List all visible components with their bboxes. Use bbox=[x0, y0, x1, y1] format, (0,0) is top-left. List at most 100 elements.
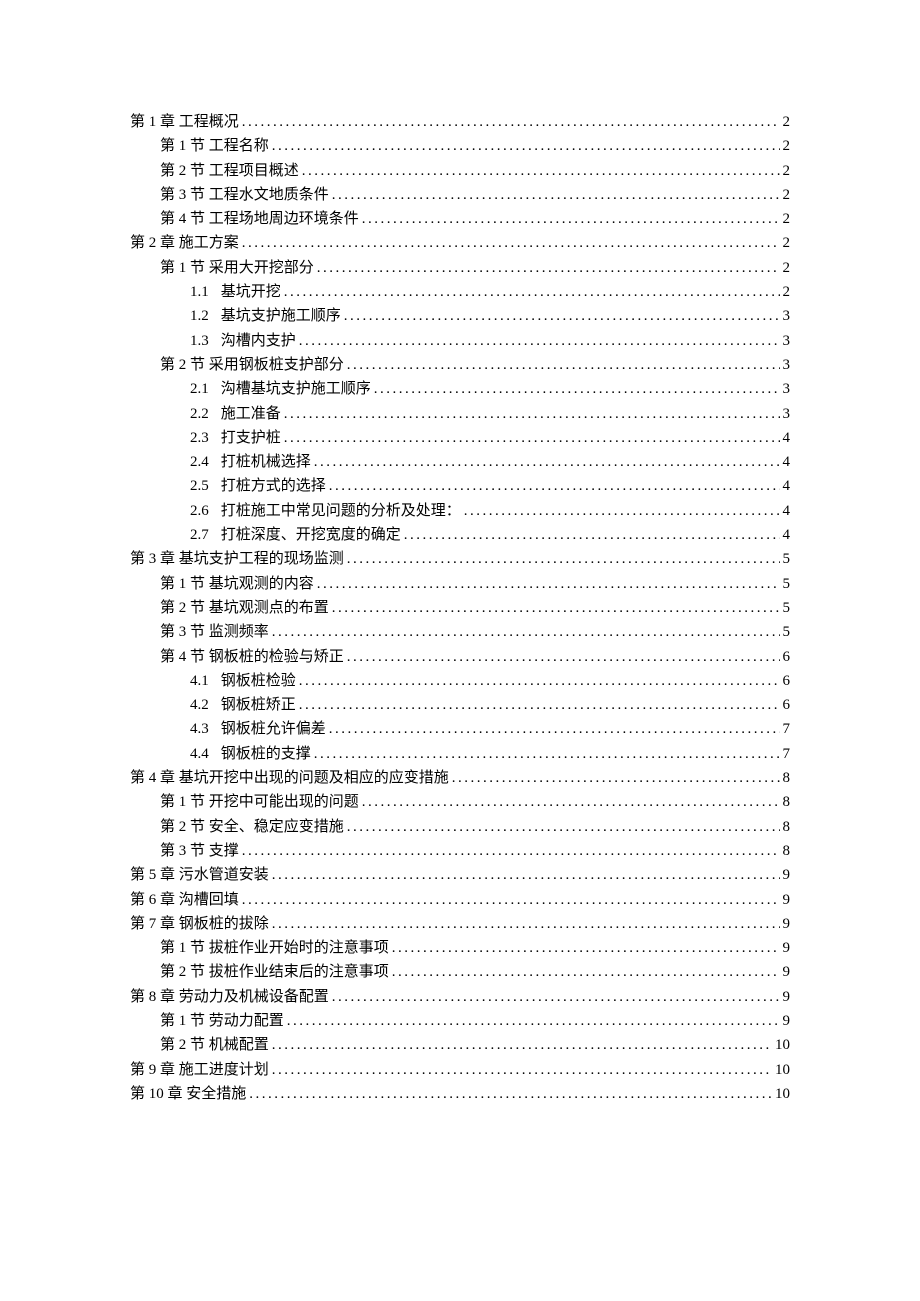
toc-entry[interactable]: 第 5 章 污水管道安装9 bbox=[130, 863, 790, 887]
toc-leader-dots bbox=[332, 985, 780, 1009]
toc-leader-dots bbox=[299, 669, 780, 693]
toc-entry[interactable]: 第 4 节 钢板桩的检验与矫正6 bbox=[130, 645, 790, 669]
toc-entry-label: 钢板桩矫正 bbox=[221, 693, 296, 717]
toc-entry[interactable]: 2.7打桩深度、开挖宽度的确定4 bbox=[130, 523, 790, 547]
toc-entry[interactable]: 第 3 章 基坑支护工程的现场监测5 bbox=[130, 547, 790, 571]
toc-entry[interactable]: 2.6打桩施工中常见问题的分析及处理：4 bbox=[130, 499, 790, 523]
toc-entry-page: 4 bbox=[783, 450, 791, 474]
toc-entry[interactable]: 第 8 章 劳动力及机械设备配置9 bbox=[130, 985, 790, 1009]
toc-entry-label: 第 2 节 采用钢板桩支护部分 bbox=[160, 353, 344, 377]
toc-entry-label: 第 1 节 劳动力配置 bbox=[160, 1009, 284, 1033]
toc-entry-page: 5 bbox=[783, 620, 791, 644]
toc-entry[interactable]: 第 1 节 劳动力配置9 bbox=[130, 1009, 790, 1033]
toc-entry-page: 4 bbox=[783, 523, 791, 547]
toc-entry-label: 第 2 节 机械配置 bbox=[160, 1033, 269, 1057]
toc-entry[interactable]: 1.3沟槽内支护3 bbox=[130, 329, 790, 353]
toc-entry[interactable]: 第 1 节 拔桩作业开始时的注意事项9 bbox=[130, 936, 790, 960]
toc-entry-page: 8 bbox=[783, 790, 791, 814]
toc-entry[interactable]: 4.2钢板桩矫正6 bbox=[130, 693, 790, 717]
toc-entry-page: 3 bbox=[783, 304, 791, 328]
toc-entry[interactable]: 2.3打支护桩4 bbox=[130, 426, 790, 450]
toc-entry[interactable]: 第 2 节 基坑观测点的布置5 bbox=[130, 596, 790, 620]
toc-entry[interactable]: 第 9 章 施工进度计划10 bbox=[130, 1058, 790, 1082]
toc-entry[interactable]: 4.3钢板桩允许偏差7 bbox=[130, 717, 790, 741]
toc-entry[interactable]: 2.1沟槽基坑支护施工顺序3 bbox=[130, 377, 790, 401]
toc-entry-label: 第 2 节 拔桩作业结束后的注意事项 bbox=[160, 960, 389, 984]
toc-entry-page: 10 bbox=[775, 1058, 790, 1082]
toc-entry-number: 4.1 bbox=[190, 669, 209, 693]
toc-entry[interactable]: 4.1钢板桩检验6 bbox=[130, 669, 790, 693]
toc-entry-label: 打桩机械选择 bbox=[221, 450, 311, 474]
toc-entry-label: 钢板桩允许偏差 bbox=[221, 717, 326, 741]
toc-entry[interactable]: 第 1 节 基坑观测的内容5 bbox=[130, 572, 790, 596]
toc-leader-dots bbox=[272, 1058, 772, 1082]
toc-entry[interactable]: 第 1 章 工程概况2 bbox=[130, 110, 790, 134]
toc-entry-label: 第 6 章 沟槽回填 bbox=[130, 888, 239, 912]
toc-entry-label: 第 5 章 污水管道安装 bbox=[130, 863, 269, 887]
toc-entry[interactable]: 第 2 章 施工方案2 bbox=[130, 231, 790, 255]
toc-entry[interactable]: 第 2 节 采用钢板桩支护部分3 bbox=[130, 353, 790, 377]
toc-entry-page: 9 bbox=[783, 912, 791, 936]
toc-entry-label: 第 4 节 钢板桩的检验与矫正 bbox=[160, 645, 344, 669]
toc-entry-label: 第 2 节 安全、稳定应变措施 bbox=[160, 815, 344, 839]
toc-entry[interactable]: 2.5打桩方式的选择4 bbox=[130, 474, 790, 498]
toc-entry[interactable]: 第 1 节 采用大开挖部分 2 bbox=[130, 256, 790, 280]
toc-leader-dots bbox=[272, 134, 780, 158]
toc-entry[interactable]: 第 3 节 支撑 8 bbox=[130, 839, 790, 863]
toc-entry-page: 9 bbox=[783, 960, 791, 984]
toc-entry[interactable]: 第 6 章 沟槽回填 9 bbox=[130, 888, 790, 912]
toc-leader-dots bbox=[374, 377, 780, 401]
toc-entry-label: 第 4 节 工程场地周边环境条件 bbox=[160, 207, 359, 231]
toc-entry[interactable]: 第 3 节 监测频率5 bbox=[130, 620, 790, 644]
toc-entry[interactable]: 1.1基坑开挖2 bbox=[130, 280, 790, 304]
toc-entry-label: 打桩施工中常见问题的分析及处理： bbox=[221, 499, 461, 523]
toc-entry[interactable]: 第 7 章 钢板桩的拔除9 bbox=[130, 912, 790, 936]
toc-entry-page: 5 bbox=[783, 572, 791, 596]
toc-entry-label: 沟槽内支护 bbox=[221, 329, 296, 353]
toc-entry-page: 8 bbox=[783, 815, 791, 839]
toc-leader-dots bbox=[242, 888, 780, 912]
toc-leader-dots bbox=[272, 912, 780, 936]
toc-leader-dots bbox=[284, 280, 780, 304]
toc-leader-dots bbox=[317, 572, 780, 596]
toc-entry-label: 打桩深度、开挖宽度的确定 bbox=[221, 523, 401, 547]
toc-leader-dots bbox=[452, 766, 780, 790]
toc-entry-page: 2 bbox=[783, 110, 791, 134]
toc-entry-page: 2 bbox=[783, 280, 791, 304]
toc-entry-number: 4.2 bbox=[190, 693, 209, 717]
toc-leader-dots bbox=[464, 499, 780, 523]
toc-leader-dots bbox=[332, 596, 780, 620]
toc-leader-dots bbox=[242, 110, 780, 134]
toc-entry-page: 4 bbox=[783, 474, 791, 498]
toc-entry-label: 第 3 节 支撑 bbox=[160, 839, 239, 863]
toc-entry[interactable]: 第 4 节 工程场地周边环境条件2 bbox=[130, 207, 790, 231]
toc-entry-label: 第 1 节 采用大开挖部分 bbox=[160, 256, 314, 280]
toc-entry-label: 第 1 节 拔桩作业开始时的注意事项 bbox=[160, 936, 389, 960]
toc-entry[interactable]: 4.4钢板桩的支撑7 bbox=[130, 742, 790, 766]
toc-entry-page: 9 bbox=[783, 888, 791, 912]
toc-entry[interactable]: 第 2 节 工程项目概述2 bbox=[130, 159, 790, 183]
toc-entry-number: 2.4 bbox=[190, 450, 209, 474]
toc-leader-dots bbox=[347, 645, 780, 669]
toc-entry[interactable]: 第 2 节 安全、稳定应变措施 8 bbox=[130, 815, 790, 839]
toc-entry[interactable]: 第 10 章 安全措施10 bbox=[130, 1082, 790, 1106]
toc-entry-number: 2.6 bbox=[190, 499, 209, 523]
toc-entry-label: 第 2 节 工程项目概述 bbox=[160, 159, 299, 183]
toc-entry[interactable]: 第 2 节 机械配置10 bbox=[130, 1033, 790, 1057]
toc-entry[interactable]: 2.2施工准备3 bbox=[130, 402, 790, 426]
toc-leader-dots bbox=[302, 159, 780, 183]
toc-entry[interactable]: 第 1 节 工程名称2 bbox=[130, 134, 790, 158]
toc-leader-dots bbox=[347, 547, 780, 571]
toc-entry[interactable]: 2.4 打桩机械选择 4 bbox=[130, 450, 790, 474]
toc-entry-page: 8 bbox=[783, 839, 791, 863]
toc-leader-dots bbox=[362, 207, 780, 231]
toc-entry[interactable]: 第 3 节 工程水文地质条件2 bbox=[130, 183, 790, 207]
toc-leader-dots bbox=[362, 790, 780, 814]
toc-leader-dots bbox=[249, 1082, 772, 1106]
toc-entry[interactable]: 第 2 节 拔桩作业结束后的注意事项 9 bbox=[130, 960, 790, 984]
toc-entry[interactable]: 第 4 章 基坑开挖中出现的问题及相应的应变措施8 bbox=[130, 766, 790, 790]
toc-entry[interactable]: 1.2基坑支护施工顺序3 bbox=[130, 304, 790, 328]
toc-entry-page: 2 bbox=[783, 256, 791, 280]
toc-entry-label: 第 4 章 基坑开挖中出现的问题及相应的应变措施 bbox=[130, 766, 449, 790]
toc-entry[interactable]: 第 1 节 开挖中可能出现的问题8 bbox=[130, 790, 790, 814]
